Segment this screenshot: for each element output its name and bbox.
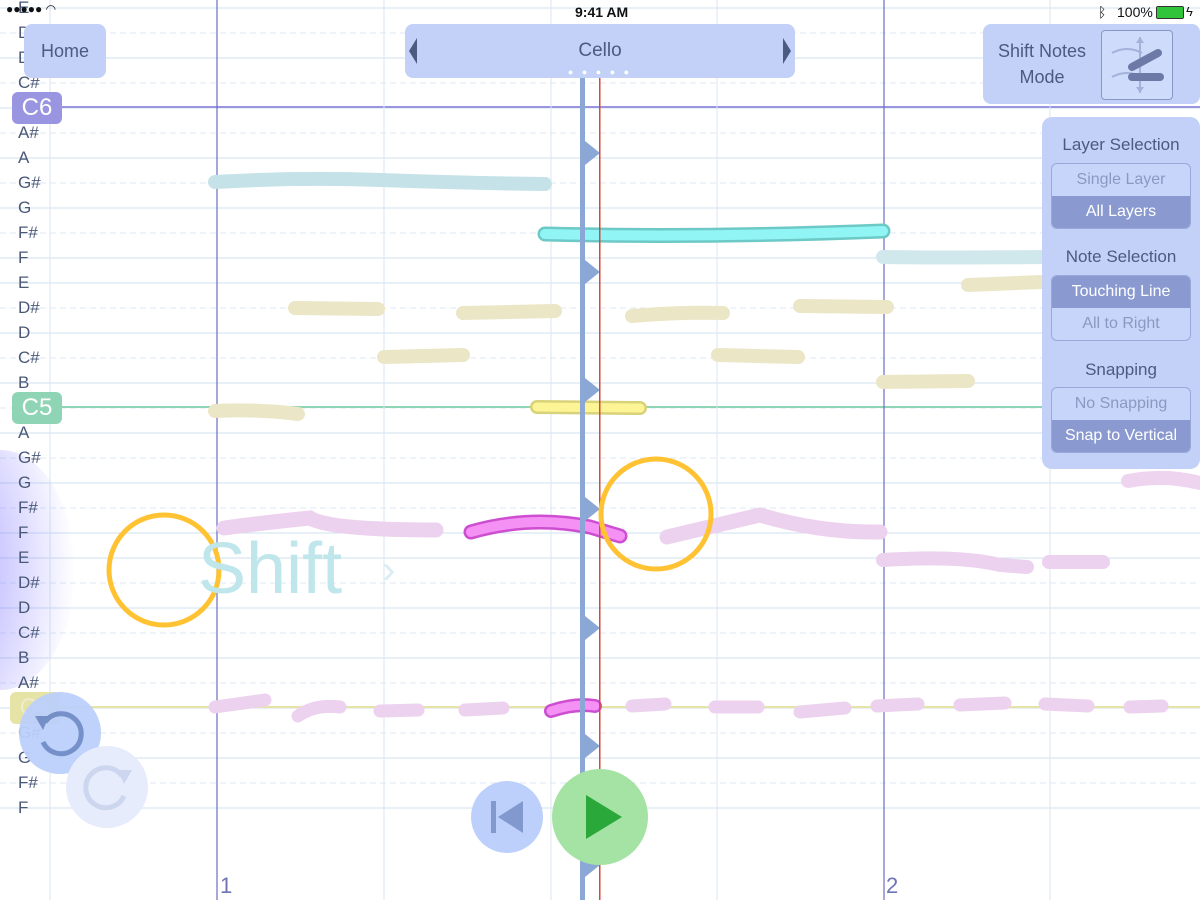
note-stroke	[876, 250, 1052, 265]
pitch-label: A#	[18, 123, 39, 142]
bar-number: 2	[886, 873, 899, 898]
layer-selection-control[interactable]: Single Layer All Layers	[1051, 163, 1191, 229]
bluetooth-icon: ᛒ	[1098, 4, 1107, 20]
pitch-label: D	[18, 323, 31, 342]
pitch-label: D	[18, 598, 31, 617]
note-stroke-selected	[540, 226, 888, 241]
redo-icon	[83, 765, 132, 811]
note-stroke	[876, 374, 975, 389]
note-stroke	[659, 507, 888, 545]
note-stroke	[456, 304, 562, 320]
page-indicator: ● ● ● ● ●	[567, 67, 633, 77]
pitch-label: E	[18, 548, 30, 567]
note-stroke	[953, 696, 1012, 712]
pitch-label: F#	[18, 773, 38, 792]
shift-handle	[585, 378, 600, 402]
no-snapping-option[interactable]: No Snapping	[1052, 388, 1190, 420]
shift-line-handles	[585, 141, 600, 877]
pitch-label: F#	[18, 223, 38, 242]
note-stroke	[625, 305, 730, 323]
pitch-label: A	[18, 423, 30, 442]
pitch-label: F	[18, 798, 29, 817]
note-stroke	[458, 701, 510, 717]
note-stroke	[625, 697, 672, 713]
signal-icon: ●●●●● ◠	[6, 2, 57, 16]
score-canvas[interactable]	[0, 0, 1200, 900]
note-stroke	[1123, 699, 1169, 714]
note-stroke	[876, 551, 1034, 574]
note-stroke	[793, 299, 894, 314]
note-selection-control[interactable]: Touching Line All to Right	[1051, 275, 1191, 341]
pitch-label: D#	[18, 298, 40, 317]
pitch-label: D#	[18, 573, 40, 592]
snapping-control[interactable]: No Snapping Snap to Vertical	[1051, 387, 1191, 453]
pitch-label: G	[18, 473, 32, 492]
shift-gesture-hint: Shift	[198, 529, 343, 609]
pitch-label: B	[18, 648, 30, 667]
play-icon	[586, 795, 622, 839]
note-stroke	[1038, 697, 1095, 713]
shift-gesture-chevron: ›	[382, 548, 396, 592]
charging-icon: ϟ	[1186, 4, 1193, 19]
pitch-label: F	[18, 248, 29, 267]
beat-lines	[49, 0, 1051, 900]
touching-line-option[interactable]: Touching Line	[1052, 276, 1190, 308]
note-stroke	[870, 697, 925, 713]
note-stroke	[208, 693, 272, 714]
single-layer-option[interactable]: Single Layer	[1052, 164, 1190, 196]
pitch-label: C#	[18, 623, 40, 642]
shift-handle	[585, 141, 600, 165]
pitch-label: G#	[18, 448, 41, 467]
pitch-label: B	[18, 373, 30, 392]
note-stroke	[711, 348, 805, 364]
note-stroke	[373, 703, 425, 718]
layer-selection-title: Layer Selection	[1062, 135, 1180, 154]
note-stroke	[288, 301, 385, 316]
next-instrument-icon[interactable]	[783, 38, 791, 64]
all-layers-option[interactable]: All Layers	[1052, 196, 1190, 228]
bar-number: 1	[220, 873, 233, 898]
instrument-selector[interactable]: Cello ● ● ● ● ●	[405, 24, 795, 78]
pitch-label: G#	[18, 173, 41, 192]
pitch-label: G	[18, 198, 32, 217]
note-stroke	[291, 699, 347, 723]
note-stroke-selected	[532, 402, 645, 413]
pitch-label: F#	[18, 498, 38, 517]
pitch-label: A#	[18, 673, 39, 692]
note-stroke	[793, 701, 852, 719]
skip-back-icon	[491, 801, 523, 833]
battery-percent: 100%	[1117, 4, 1153, 20]
note-stroke	[208, 403, 305, 421]
octave-marker-c6: C6	[12, 92, 62, 124]
all-to-right-option[interactable]: All to Right	[1052, 308, 1190, 340]
play-button[interactable]	[552, 769, 648, 865]
note-stroke	[1121, 470, 1200, 490]
touch-indicator	[598, 456, 714, 572]
note-stroke	[208, 171, 552, 191]
battery-icon	[1156, 6, 1184, 19]
shift-handle	[585, 734, 600, 758]
pitch-label: E	[18, 273, 30, 292]
shift-handle	[585, 497, 600, 521]
snap-to-vertical-option[interactable]: Snap to Vertical	[1052, 420, 1190, 452]
shift-notes-icon[interactable]	[1101, 30, 1173, 100]
options-panel: Layer Selection Single Layer All Layers …	[1042, 117, 1200, 469]
octave-marker-c5: C5	[12, 392, 62, 424]
note-stroke	[961, 275, 1049, 292]
rewind-button[interactable]	[471, 781, 543, 853]
home-button[interactable]: Home	[24, 24, 106, 78]
status-time: 9:41 AM	[575, 4, 629, 20]
snapping-title: Snapping	[1085, 360, 1157, 379]
note-selection-title: Note Selection	[1065, 247, 1177, 266]
redo-button[interactable]	[66, 746, 148, 828]
mode-label: Shift Notes Mode	[997, 41, 1087, 87]
pitch-label: C#	[18, 348, 40, 367]
note-stroke	[377, 348, 470, 364]
pitch-label: F	[18, 523, 29, 542]
shift-handle	[585, 260, 600, 284]
wifi-icon: ◠	[45, 2, 57, 16]
pitch-label: A	[18, 148, 30, 167]
shift-handle	[585, 616, 600, 640]
